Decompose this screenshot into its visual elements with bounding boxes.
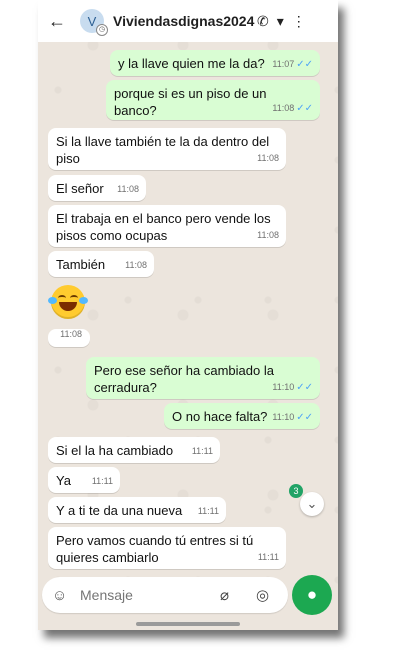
scroll-to-bottom-button[interactable]: ⌄ — [300, 492, 324, 516]
message-time: 11:11 — [197, 506, 219, 516]
message-text: El trabaja en el banco pero vende los pi… — [56, 211, 271, 243]
caret-down-icon[interactable]: ▾ — [277, 13, 284, 30]
message-text: porque si es un piso de un banco? — [114, 86, 267, 118]
community-icon: ◷ — [96, 24, 108, 36]
message-time: 11:08 — [257, 230, 279, 240]
message-bubble-incoming[interactable]: Pero vamos cuando tú entres si tú quiere… — [48, 527, 286, 569]
contact-name[interactable]: Viviendasdignas2024 — [113, 13, 254, 29]
message-bubble-incoming[interactable]: El trabaja en el banco pero vende los pi… — [48, 205, 286, 247]
message-time: 11:10 — [272, 412, 295, 422]
emoji-eye-right — [70, 295, 78, 301]
message-time: 11:08 — [272, 103, 295, 113]
chat-header: ← V ◷ Viviendasdignas2024 ✆ ▾ ⋮ — [38, 0, 338, 42]
message-time: 11:11 — [191, 446, 213, 456]
message-text: O no hace falta? — [172, 409, 268, 424]
message-bubble-incoming[interactable]: También 11:08 — [48, 251, 154, 277]
message-bubble-outgoing[interactable]: y la llave quien me la da? 11:07 ✓✓ — [110, 50, 320, 76]
message-input[interactable] — [78, 586, 214, 604]
message-text: Pero ese señor ha cambiado la cerradura? — [94, 363, 274, 395]
message-text: Pero vamos cuando tú entres si tú quiere… — [56, 533, 254, 565]
home-indicator[interactable] — [136, 622, 240, 626]
message-bubble-incoming[interactable]: Si la llave también te la da dentro del … — [48, 128, 286, 170]
paperclip-icon[interactable]: ⌀ — [220, 586, 238, 604]
message-bubble-outgoing[interactable]: O no hace falta? 11:10 ✓✓ — [164, 403, 320, 429]
message-meta: 11:10 ✓✓ — [272, 409, 313, 426]
emoji-mouth — [59, 302, 77, 311]
read-receipt-icon: ✓✓ — [296, 412, 313, 423]
microphone-button[interactable]: ● — [292, 575, 332, 615]
message-bubble-outgoing[interactable]: Pero ese señor ha cambiado la cerradura?… — [86, 357, 320, 399]
message-text: Si la llave también te la da dentro del … — [56, 134, 270, 166]
message-time: 11:11 — [257, 552, 279, 562]
message-text: El señor — [56, 181, 104, 196]
header-actions: ✆ ▾ ⋮ — [257, 13, 314, 30]
message-composer: ☺ ⌀ ◎ — [42, 577, 288, 613]
read-receipt-icon: ✓✓ — [296, 103, 313, 114]
arrow-left-icon[interactable]: ← — [48, 11, 70, 32]
laughing-emoji[interactable] — [48, 285, 88, 319]
phone-icon[interactable]: ✆ — [257, 13, 269, 30]
message-meta: 11:07 ✓✓ — [272, 56, 313, 73]
message-time: 11:07 — [272, 59, 295, 69]
message-bubble-incoming[interactable]: El señor 11:08 — [48, 175, 146, 201]
message-bubble-incoming[interactable]: Si el la ha cambiado 11:11 — [48, 437, 220, 463]
message-bubble-incoming[interactable]: Ya 11:11 — [48, 467, 120, 493]
phone-screen: ← V ◷ Viviendasdignas2024 ✆ ▾ ⋮ y la lla… — [38, 0, 338, 630]
message-text: También — [56, 257, 106, 272]
message-bubble-incoming-meta: 11:08 — [48, 329, 90, 347]
message-time: 11:08 — [117, 184, 139, 194]
unread-count-badge: 3 — [289, 484, 303, 498]
emoji-tear-left — [48, 297, 57, 304]
read-receipt-icon: ✓✓ — [296, 382, 313, 393]
emoji-tear-right — [79, 297, 88, 304]
read-receipt-icon: ✓✓ — [296, 59, 313, 70]
message-time: 11:08 — [60, 329, 82, 339]
avatar[interactable]: V ◷ — [80, 9, 108, 36]
message-text: y la llave quien me la da? — [118, 56, 265, 71]
message-time: 11:11 — [91, 476, 113, 486]
avatar-letter: V — [87, 13, 97, 29]
message-time: 11:08 — [125, 260, 147, 270]
message-text: Y a ti te da una nueva — [56, 503, 183, 518]
camera-icon[interactable]: ◎ — [256, 586, 274, 604]
message-text: Si el la ha cambiado — [56, 443, 174, 458]
message-time: 11:08 — [257, 153, 279, 163]
message-text: Ya — [56, 473, 71, 488]
microphone-icon: ● — [306, 585, 318, 604]
message-meta: 11:10 ✓✓ — [272, 379, 313, 396]
message-time: 11:10 — [272, 382, 295, 392]
message-meta: 11:08 ✓✓ — [272, 100, 313, 117]
chevron-double-down-icon: ⌄ — [306, 496, 318, 511]
message-bubble-outgoing[interactable]: porque si es un piso de un banco? 11:08 ✓… — [106, 80, 320, 120]
kebab-menu-icon[interactable]: ⋮ — [292, 13, 306, 30]
message-bubble-incoming[interactable]: Y a ti te da una nueva 11:11 — [48, 497, 226, 523]
emoji-eye-left — [58, 295, 66, 301]
sticker-icon[interactable]: ☺ — [52, 587, 70, 604]
